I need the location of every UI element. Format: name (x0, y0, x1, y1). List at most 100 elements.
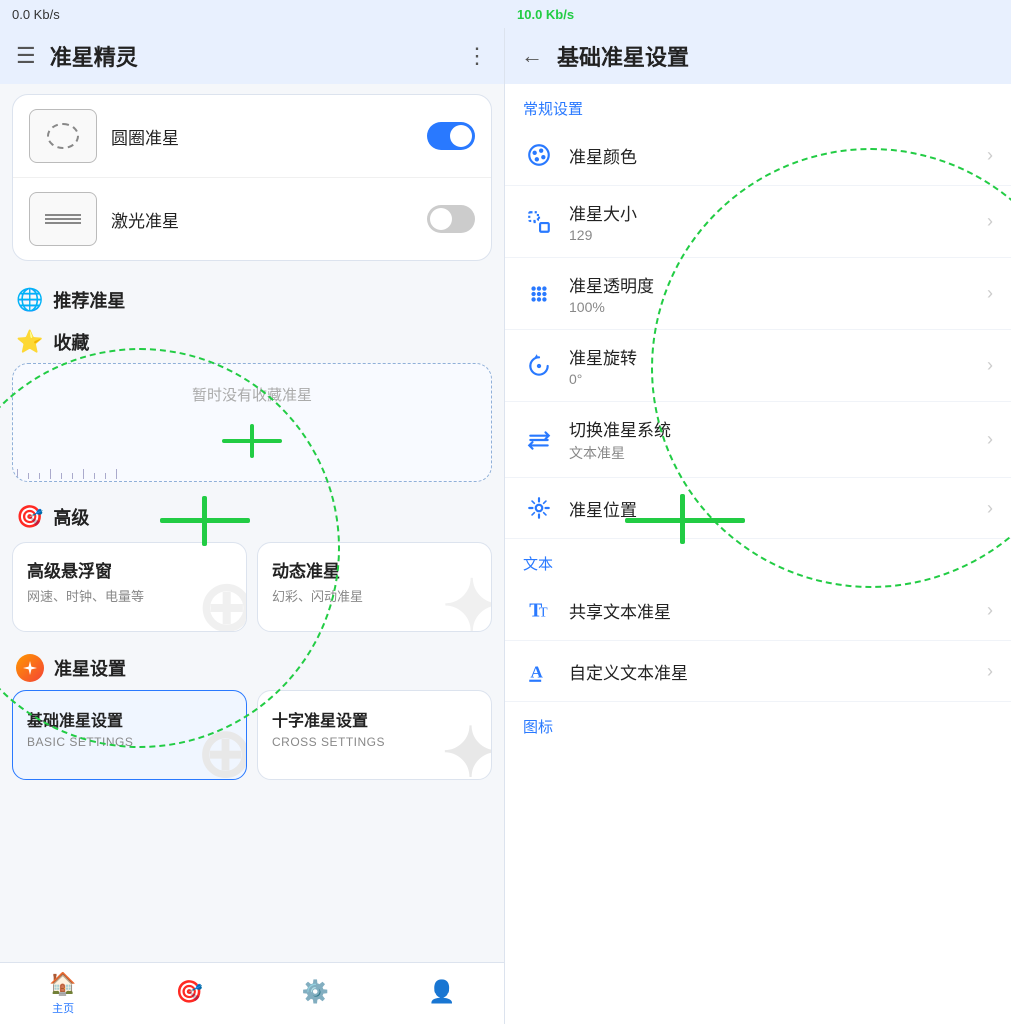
svg-text:T: T (539, 605, 548, 621)
crosshair-horizontal (222, 439, 282, 443)
settings-icon: ⚙️ (302, 979, 329, 1005)
arrow-icon-5: › (987, 429, 993, 450)
arrow-icon: › (987, 145, 993, 166)
circle-ring (47, 123, 79, 149)
bottom-nav: 🏠 主页 🎯 ⚙️ 👤 (0, 962, 505, 1024)
basic-settings-sub: BASIC SETTINGS (27, 735, 232, 749)
cross-settings-card[interactable]: 十字准星设置 CROSS SETTINGS ✦ (257, 690, 492, 780)
nav-settings[interactable]: ⚙️ (253, 973, 379, 1014)
crosshair-size-item[interactable]: 准星大小 129 › (505, 186, 1011, 258)
cross-settings-sub: CROSS SETTINGS (272, 735, 477, 749)
palette-icon (523, 139, 555, 171)
resize-icon (523, 206, 555, 238)
more-icon[interactable]: ⋮ (466, 43, 488, 69)
crosshair-rotate-value: 0° (569, 371, 973, 387)
recommended-section: 🌐 推荐准星 (0, 271, 504, 321)
custom-text-title: 自定义文本准星 (569, 659, 973, 684)
basic-settings-title: 基础准星设置 (27, 707, 232, 731)
cross-settings-title: 十字准星设置 (272, 707, 477, 731)
circle-crosshair-toggle[interactable] (427, 122, 475, 150)
dynamic-card-sub: 幻彩、闪动准星 (272, 586, 477, 605)
ruler-tick (39, 473, 40, 479)
laser-preview (45, 214, 81, 224)
left-content: 圆圈准星 激光准星 (0, 84, 504, 1024)
text-t-icon: T T (523, 594, 555, 626)
arrow-icon-6: › (987, 498, 993, 519)
dynamic-crosshair-card[interactable]: 动态准星 幻彩、闪动准星 ✦ (257, 542, 492, 632)
nav-profile[interactable]: 👤 (379, 973, 505, 1014)
dynamic-card-title: 动态准星 (272, 557, 477, 582)
float-card-title: 高级悬浮窗 (27, 557, 232, 582)
back-icon[interactable]: ← (521, 43, 543, 69)
circle-crosshair-name: 圆圈准星 (111, 124, 413, 149)
ruler-tick (50, 469, 51, 479)
crosshair-position-item[interactable]: 准星位置 › (505, 478, 1011, 539)
home-icon: 🏠 (49, 971, 76, 997)
arrow-icon-4: › (987, 355, 993, 376)
crosshair-rotate-title: 准星旋转 (569, 344, 973, 369)
main-container: ☰ 准星精灵 ⋮ 圆圈准星 (0, 28, 1011, 1024)
crosshair-rotate-text: 准星旋转 0° (569, 344, 973, 387)
ruler-tick (94, 473, 95, 479)
laser-crosshair-preview (29, 192, 97, 246)
crosshair-switch-item[interactable]: 切换准星系统 文本准星 › (505, 402, 1011, 478)
crosshair-opacity-item[interactable]: 准星透明度 100% › (505, 258, 1011, 330)
crosshair-color-item[interactable]: 准星颜色 › (505, 125, 1011, 186)
ruler-overlay (13, 453, 491, 481)
crosshair-switch-value: 文本准星 (569, 443, 973, 463)
right-panel: ← 基础准星设置 常规设置 准星颜色 (505, 28, 1011, 1024)
favorites-label: 收藏 (53, 329, 89, 355)
circle-crosshair-preview (29, 109, 97, 163)
category-text: 文本 (505, 539, 1011, 580)
crosshair-cards: 圆圈准星 激光准星 (12, 94, 492, 261)
left-speed: 0.0 Kb/s (0, 7, 505, 22)
laser-line-2 (45, 218, 81, 220)
opacity-icon (523, 278, 555, 310)
category-icon: 图标 (505, 702, 1011, 743)
crosshair-opacity-text: 准星透明度 100% (569, 272, 973, 315)
basic-settings-card[interactable]: 基础准星设置 BASIC SETTINGS ⊕ (12, 690, 247, 780)
shared-text-crosshair-item[interactable]: T T 共享文本准星 › (505, 580, 1011, 641)
advanced-icon: 🎯 (16, 504, 43, 530)
circle-crosshair-card[interactable]: 圆圈准星 (13, 95, 491, 178)
crosshair-size-text: 准星大小 129 (569, 200, 973, 243)
nav-home[interactable]: 🏠 主页 (0, 965, 126, 1022)
advanced-float-card[interactable]: 高级悬浮窗 网速、时钟、电量等 ⊕ (12, 542, 247, 632)
arrow-icon-3: › (987, 283, 993, 304)
crosshair-opacity-title: 准星透明度 (569, 272, 973, 297)
nav-target[interactable]: 🎯 (126, 973, 252, 1014)
laser-crosshair-toggle[interactable] (427, 205, 475, 233)
arrow-icon-2: › (987, 211, 993, 232)
settings-section-header: 准星设置 (0, 640, 504, 690)
right-header: ← 基础准星设置 (505, 28, 1011, 84)
crosshair-rotate-item[interactable]: 准星旋转 0° › (505, 330, 1011, 402)
crosshair-position-text: 准星位置 (569, 496, 973, 521)
crosshair-switch-title: 切换准星系统 (569, 416, 973, 441)
toggle-knob-laser (430, 208, 452, 230)
ruler-tick (61, 473, 62, 479)
crosshair-color-title: 准星颜色 (569, 143, 973, 168)
crosshair-opacity-value: 100% (569, 299, 973, 315)
ruler-tick (116, 469, 117, 479)
custom-text-crosshair-text: 自定义文本准星 (569, 659, 973, 684)
laser-crosshair-card[interactable]: 激光准星 (13, 178, 491, 260)
crosshair-switch-text: 切换准星系统 文本准星 (569, 416, 973, 463)
profile-icon: 👤 (428, 979, 455, 1005)
position-icon (523, 492, 555, 524)
ruler-tick (105, 473, 106, 479)
recommended-icon: 🌐 (16, 287, 43, 313)
settings-icon-inner (23, 661, 37, 675)
fav-empty-text: 暂时没有收藏准星 (192, 384, 312, 405)
crosshair-size-value: 129 (569, 227, 973, 243)
switch-icon (523, 424, 555, 456)
left-title: 准星精灵 (50, 40, 138, 72)
category-general: 常规设置 (505, 84, 1011, 125)
left-header: ☰ 准星精灵 ⋮ (0, 28, 504, 84)
menu-icon[interactable]: ☰ (16, 43, 36, 69)
right-content: 常规设置 准星颜色 › (505, 84, 1011, 1024)
ruler-tick (72, 473, 73, 479)
laser-line-3 (45, 222, 81, 224)
shared-text-title: 共享文本准星 (569, 598, 973, 623)
custom-text-crosshair-item[interactable]: A 自定义文本准星 › (505, 641, 1011, 702)
feature-cards: 高级悬浮窗 网速、时钟、电量等 ⊕ 动态准星 幻彩、闪动准星 ✦ (0, 538, 504, 640)
